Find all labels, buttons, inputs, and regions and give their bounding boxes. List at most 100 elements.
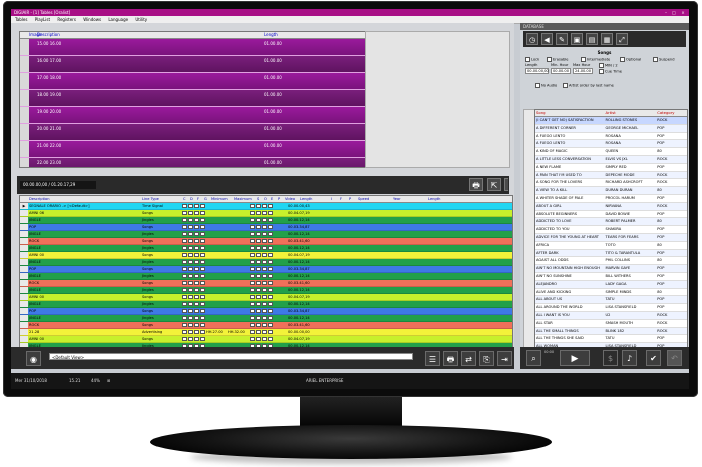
song-row[interactable]: ALL ABOUT US TATU POP <box>535 296 687 305</box>
export-icon[interactable]: ⎘ <box>479 351 494 366</box>
hours-table-row[interactable]: 15.00 16.00 01.00.00 <box>20 39 365 56</box>
playlist-row[interactable]: JINGLE Jingles 00.00.12,14 <box>20 217 512 224</box>
menu-playlist[interactable]: PlayList <box>35 17 50 22</box>
exit-icon[interactable]: ⇥ <box>497 351 512 366</box>
optional-checkbox[interactable]: Optional <box>620 57 641 62</box>
maximize-button[interactable]: □ <box>671 10 677 15</box>
playlist-row[interactable]: POP Songs 00.03.34,87 <box>20 224 512 231</box>
hours-table-row[interactable]: 19.00 20.00 01.00.00 <box>20 107 365 124</box>
song-row[interactable]: ALL THE SMALL THINGS BLINK 182 ROCK <box>535 327 687 336</box>
no-audio-checkbox[interactable]: No Audio <box>535 83 557 88</box>
play-button[interactable]: ▶ <box>560 350 590 366</box>
song-row[interactable]: ADDICTED TO YOU SHAKIRA POP <box>535 226 687 234</box>
playlist-row[interactable]: ROCK Songs 00.03.41,60 <box>20 238 512 245</box>
check-icon[interactable]: ✔ <box>646 350 661 366</box>
hours-table-row[interactable]: 22.00 23.00 01.00.00 <box>20 158 365 167</box>
dollar-icon[interactable]: $ <box>603 350 618 366</box>
header-col-11[interactable]: P <box>277 196 284 202</box>
microphone-icon[interactable]: ♪ <box>622 350 637 366</box>
length-field[interactable]: 00.00.00,00 <box>525 68 549 74</box>
menu-registers[interactable]: Registers <box>57 17 76 22</box>
song-row[interactable]: AIN'T NO MOUNTAIN HIGH ENOUGH MARVIN GAYE… <box>535 265 687 273</box>
terminal-icon[interactable]: ▣ <box>571 33 583 45</box>
intermediate-checkbox[interactable]: Intermediate <box>581 57 610 62</box>
playlist-row[interactable]: ▶ SEGNALE ORARIO -> [<Default>] Time Signa… <box>20 203 512 210</box>
view-select[interactable]: <Default View> <box>49 353 413 360</box>
grid-icon[interactable]: ▦ <box>601 33 613 45</box>
erasable-checkbox[interactable]: Erasable <box>547 57 569 62</box>
playlist-icon[interactable]: ▤ <box>586 33 598 45</box>
song-row[interactable]: A WHITER SHADE OF PALE PROCOL HARUM POP <box>535 195 687 203</box>
header-col-13[interactable]: Length <box>299 196 330 202</box>
playlist-row[interactable]: POP Songs 00.03.34,87 <box>20 308 512 315</box>
menu-language[interactable]: Language <box>108 17 128 22</box>
header-col-8[interactable]: S <box>256 196 263 202</box>
song-row[interactable]: AGAIST ALL ODDS PHIL COLLINS 80 <box>535 257 687 266</box>
header-col-3[interactable]: D <box>189 196 196 202</box>
print-icon[interactable]: 🖶 <box>443 351 458 366</box>
playlist-row[interactable]: JINGLE Jingles 00.00.12,14 <box>20 273 512 280</box>
song-row[interactable]: ALL THE THINGS SHE SAID TATU POP <box>535 335 687 344</box>
close-button[interactable]: × <box>680 10 686 15</box>
list-icon[interactable]: ☰ <box>425 351 440 366</box>
playlist-row[interactable]: 21.28 Advertising HH.27.00 HH.32.00 00.00.00… <box>20 329 512 336</box>
minimize-button[interactable]: – <box>663 10 669 15</box>
song-row[interactable]: ALL I WANT IS YOU U2 ROCK <box>535 311 687 320</box>
playlist-row[interactable]: AMNI 00 Songs 00.04.07,19 <box>20 336 512 343</box>
header-col-17[interactable]: Speed <box>357 196 392 202</box>
header-col-4[interactable]: F <box>196 196 203 202</box>
max-hour-field[interactable]: 24.00.00 <box>573 68 593 74</box>
playlist-row[interactable]: ROCK Songs 00.03.41,60 <box>20 280 512 287</box>
playlist-row[interactable]: AMNI 00 Songs 00.04.07,19 <box>20 294 512 301</box>
header-song[interactable]: Song <box>535 110 605 116</box>
song-row[interactable]: A KIND OF MAGIC QUEEN 80 <box>535 148 687 156</box>
header-category[interactable]: Category <box>656 110 687 116</box>
header-col-19[interactable]: Length <box>427 196 476 202</box>
header-col-12[interactable]: Video <box>284 196 299 202</box>
header-col-18[interactable]: Year <box>392 196 427 202</box>
cue-time-checkbox[interactable]: Cue Time <box>599 69 622 74</box>
header-col-5[interactable]: G <box>203 196 210 202</box>
song-row[interactable]: A VIEW TO A KILL DURAN DURAN 80 <box>535 187 687 195</box>
song-row[interactable]: A FUEGO LENTO ROSANA POP <box>535 140 687 149</box>
artist-order-checkbox[interactable]: Artist order by last name <box>563 83 614 88</box>
header-col-14[interactable]: I <box>330 196 339 202</box>
playlist-row[interactable]: JINGLE Jingles 00.00.12,14 <box>20 315 512 322</box>
min2-checkbox[interactable]: MIN / 2 <box>599 63 618 68</box>
song-row[interactable]: ALL STAR SMASH MOUTH ROCK <box>535 320 687 328</box>
windows-icon[interactable]: ⊞ <box>107 373 110 389</box>
playlist-row[interactable]: JINGLE Jingles 00.00.12,14 <box>20 301 512 308</box>
song-row[interactable]: ABSOLUTE BEGINNERS DAVID BOWIE POP <box>535 211 687 219</box>
shuffle-icon[interactable]: ⇄ <box>461 351 476 366</box>
hours-table-row[interactable]: 17.00 18.00 01.00.00 <box>20 73 365 90</box>
edit-icon[interactable]: ✎ <box>556 33 568 45</box>
suspend-checkbox[interactable]: Suspend <box>653 57 674 62</box>
song-row[interactable]: ABOUT A GIRL NIRVANA ROCK <box>535 202 687 211</box>
song-row[interactable]: (I CAN'T GET NO) SATISFACTION ROLLING STO… <box>535 117 687 125</box>
song-row[interactable]: A LITTLE LESS CONVERSATION ELVIS VS JXL RO… <box>535 155 687 164</box>
header-artist[interactable]: Artist <box>605 110 657 116</box>
playlist-row[interactable]: ROCK Songs 00.03.41,60 <box>20 322 512 329</box>
min-hour-field[interactable]: 00.00.00 <box>551 68 571 74</box>
song-row[interactable]: ALEJANDRO LADY GAGA POP <box>535 280 687 289</box>
hours-table-row[interactable]: 21.00 22.00 01.00.00 <box>20 141 365 158</box>
header-description[interactable]: Description <box>35 32 262 38</box>
playlist-row[interactable]: JINGLE Jingles 00.00.12,14 <box>20 287 512 294</box>
song-row[interactable]: ALIVE AND KICKING SIMPLE MINDS 80 <box>535 289 687 297</box>
hours-table-row[interactable]: 16.00 17.00 01.00.00 <box>20 56 365 73</box>
playlist-row[interactable]: JINGLE Jingles 00.00.12,14 <box>20 259 512 266</box>
song-row[interactable]: ADVICE FOR THE YOUNG AT HEART TEARS FOR F… <box>535 233 687 242</box>
header-col-2[interactable]: C <box>182 196 189 202</box>
hours-table-row[interactable]: 18.00 19.00 01.00.00 <box>20 90 365 107</box>
header-col-9[interactable]: O <box>263 196 270 202</box>
undo-icon[interactable]: ↶ <box>667 350 682 366</box>
header-col-10[interactable]: E <box>270 196 277 202</box>
eye-icon[interactable]: ◉ <box>26 351 41 366</box>
header-col-16[interactable]: P <box>348 196 357 202</box>
song-row[interactable]: AIN'T NO SUNSHINE BILL WITHERS POP <box>535 273 687 281</box>
song-row[interactable]: A PAIN THAT I'M USED TO DEPECHE MODE ROCK <box>535 171 687 180</box>
header-col-15[interactable]: F <box>339 196 348 202</box>
expand-icon[interactable]: ⇱ <box>487 178 501 191</box>
song-row[interactable]: ADDICTED TO LOVE ROBERT PALMER 80 <box>535 218 687 227</box>
playlist-row[interactable]: POP Songs 00.03.34,87 <box>20 266 512 273</box>
